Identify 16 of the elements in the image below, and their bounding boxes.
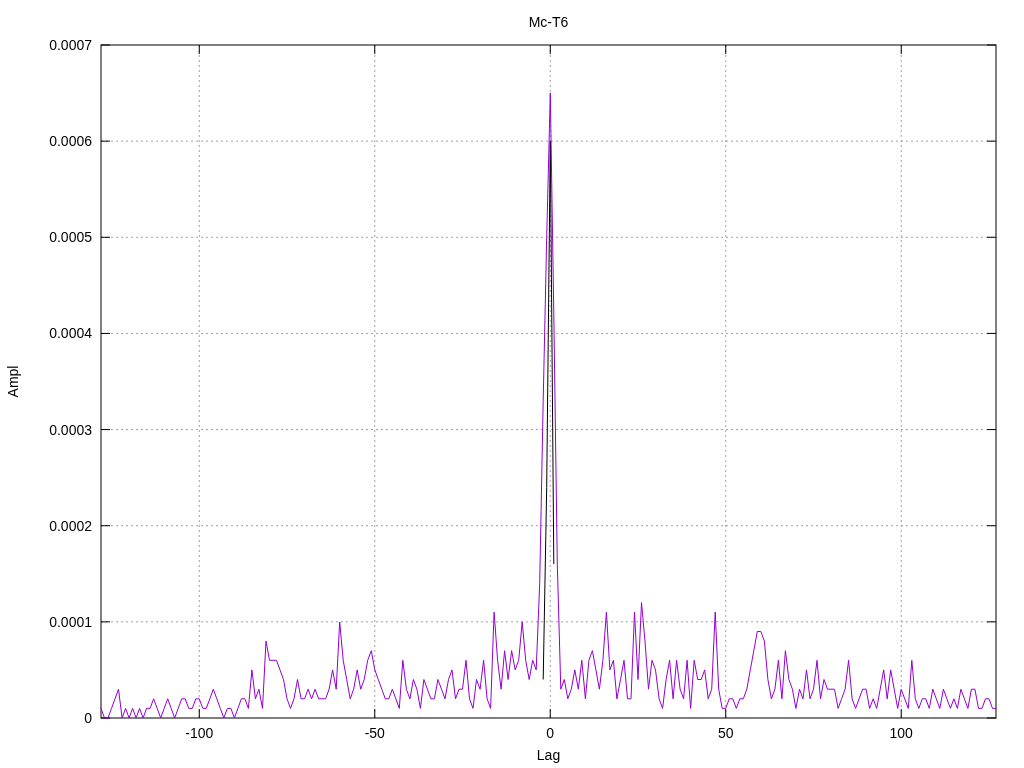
x-tick-label: -100 [185,725,214,741]
y-tick-label: 0.0006 [49,133,92,150]
y-tick-label: 0.0004 [49,325,92,342]
y-tick-label: 0 [84,710,92,726]
y-tick-label: 0.0007 [49,37,92,53]
chart-title: Mc-T6 [528,14,569,30]
x-tick-label: 50 [717,725,734,741]
y-tick-label: 0.0001 [49,613,92,630]
y-tick-label: 0.0002 [49,517,92,534]
y-axis-label: Ampl [5,365,21,398]
y-tick-label: 0.0003 [49,421,92,438]
y-tick-label: 0.0005 [49,229,92,246]
x-tick-label: 0 [546,725,555,741]
x-tick-label: 100 [889,725,913,741]
x-axis-label: Lag [536,747,561,763]
x-tick-label: -50 [364,725,385,741]
